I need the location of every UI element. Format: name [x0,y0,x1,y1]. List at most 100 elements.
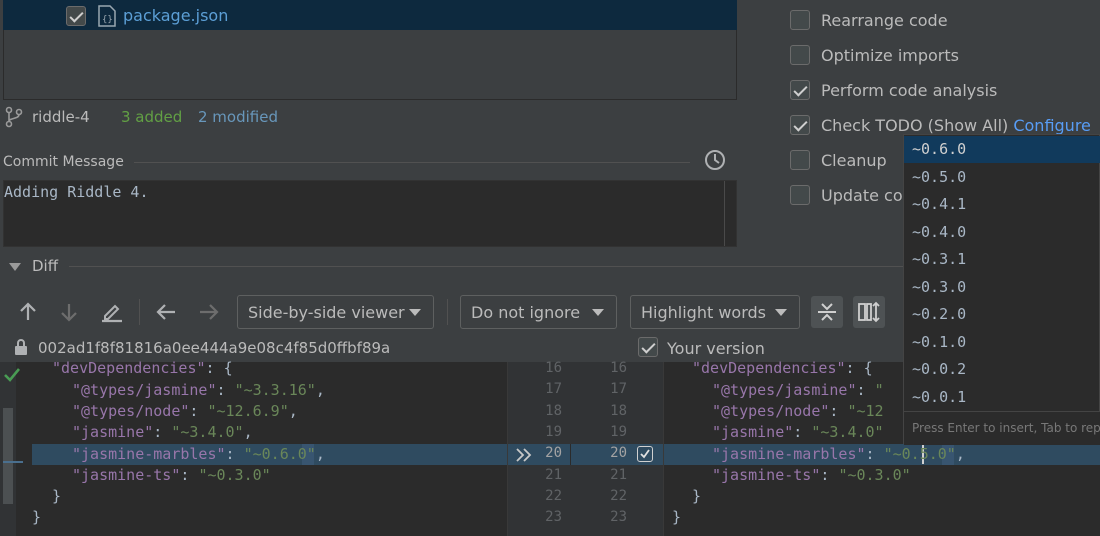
optimize-imports-checkbox[interactable] [790,45,810,65]
arrow-left-icon [156,304,175,320]
rearrange-code-checkbox[interactable] [790,10,810,30]
code-line: "jasmine-ts": "~0.3.0" [72,466,271,484]
update-copyright-label: Update cop [821,186,913,205]
file-checkbox[interactable] [66,6,86,26]
gutter-divider [570,444,571,465]
your-version-label: Your version [667,339,765,358]
line-number: 20 [545,445,562,461]
check-todo-text: Check TODO (Show All) [821,116,1009,135]
history-icon[interactable] [703,148,727,172]
rearrange-code-label: Rearrange code [821,11,948,30]
separator [134,162,690,163]
commit-message-label: Commit Message [3,154,124,170]
code-line: "@types/node": "~12.6.9", [72,402,298,420]
checkmark-icon [3,367,21,383]
code-line: } [32,508,42,526]
line-number: 20 [610,445,627,461]
pencil-icon [102,304,122,323]
viewer-mode-value: Side-by-side viewer [248,302,405,322]
completion-item[interactable]: ~0.6.0 [904,136,1100,163]
line-number: 23 [610,509,627,525]
arrow-right-icon [200,304,219,320]
chevron-down-icon [592,309,604,316]
check-todo-checkbox[interactable] [790,115,810,135]
line-number: 23 [545,509,562,525]
configure-link[interactable]: Configure [1013,116,1091,135]
completion-item[interactable]: ~0.3.1 [904,246,1100,273]
change-marker [3,461,23,463]
sync-scroll-icon [858,301,880,323]
completion-item[interactable]: ~0.3.0 [904,274,1100,301]
completion-item[interactable]: ~0.4.1 [904,191,1100,218]
completion-item[interactable]: ~0.1.0 [904,329,1100,356]
whitespace-select[interactable]: Do not ignore [460,295,617,329]
separator [69,266,909,267]
whitespace-value: Do not ignore [471,302,581,322]
right-changed-value: "~0.5.0" [883,445,956,463]
completion-item[interactable]: ~0.5.0 [904,164,1100,191]
line-number: 17 [610,381,627,397]
next-difference-button[interactable] [53,296,85,328]
edit-source-button[interactable] [96,296,128,328]
include-change-checkbox[interactable] [637,446,653,462]
completion-popup[interactable]: ~0.6.0 ~0.5.0 ~0.4.1 ~0.4.0 ~0.3.1 ~0.3.0 ~0.2… [903,134,1100,445]
diff-title: Diff [32,257,59,275]
code-line-changed: "jasmine-marbles": "~0.6.0", [72,445,325,463]
line-number: 22 [545,488,562,504]
code-line: "@types/jasmine": " [712,381,884,399]
commit-message-text: Adding Riddle 4. [4,183,149,201]
optimize-imports-label: Optimize imports [821,46,959,65]
line-number: 16 [610,360,627,376]
added-count: 3 added [121,108,183,126]
commit-scrollbar[interactable] [724,181,725,246]
file-name: package.json [123,6,229,25]
line-number: 21 [545,467,562,483]
completion-item[interactable]: ~0.4.0 [904,219,1100,246]
code-line: "@types/jasmine": "~3.3.16", [72,381,325,399]
json-file-icon: {} [98,5,116,27]
cleanup-label: Cleanup [821,151,887,170]
popup-hint: Press Enter to insert, Tab to repl [912,421,1100,435]
left-changed-value: "~0.6.0" [243,445,316,463]
modified-count: 2 modified [198,108,278,126]
toolbar-separator [139,299,140,325]
code-line: "@types/node": "~12 [712,402,884,420]
code-line: } [692,487,702,505]
highlight-select[interactable]: Highlight words [630,295,800,329]
sync-scroll-button[interactable] [853,296,885,328]
line-number: 21 [610,467,627,483]
collapse-unchanged-button[interactable] [811,296,843,328]
chevron-down-icon [409,309,421,316]
arrow-up-icon [20,302,36,320]
svg-text:{}: {} [102,15,113,25]
code-line: } [672,508,682,526]
revision-hash: 002ad1f8f81816a0ee444a9e08c4f85d0ffbf89a [38,339,391,357]
update-copyright-checkbox[interactable] [790,185,810,205]
chevron-down-icon [775,309,787,316]
perform-code-analysis-checkbox[interactable] [790,80,810,100]
completion-item[interactable]: ~0.2.0 [904,301,1100,328]
code-line: "devDependencies": { [692,359,873,377]
your-version-checkbox[interactable] [638,337,658,357]
toolbar-separator [447,299,448,325]
previous-difference-button[interactable] [12,296,44,328]
branch-icon [5,106,23,128]
line-number: 18 [545,403,562,419]
forward-button[interactable] [193,296,225,328]
code-line-changed[interactable]: "jasmine-marbles": "~0.5.0", [712,444,965,465]
code-line: "jasmine": "~3.4.0" [712,423,884,441]
viewer-mode-select[interactable]: Side-by-side viewer [237,295,434,329]
branch-name[interactable]: riddle-4 [32,108,90,126]
collapse-diff-icon[interactable] [9,263,21,271]
line-number: 18 [610,403,627,419]
lock-icon [14,338,28,356]
completion-item[interactable]: ~0.0.1 [904,384,1100,411]
back-button[interactable] [150,296,182,328]
completion-item[interactable]: ~0.0.2 [904,356,1100,383]
perform-code-analysis-label: Perform code analysis [821,81,998,100]
apply-change-icon[interactable] [514,447,534,463]
code-line: "jasmine-ts": "~0.3.0" [712,466,911,484]
cleanup-checkbox[interactable] [790,150,810,170]
check-todo-label: Check TODO (Show All) Configure [821,116,1091,135]
code-line: "jasmine": "~3.4.0", [72,423,253,441]
